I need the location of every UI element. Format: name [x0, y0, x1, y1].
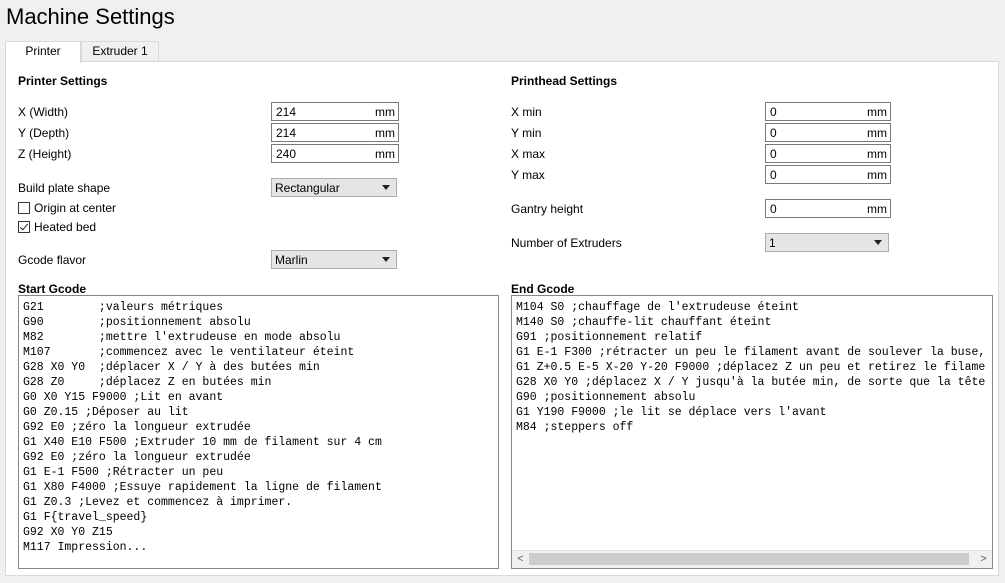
start-gcode-line: M82 ;mettre l'extrudeuse en mode absolu — [23, 331, 341, 344]
settings-panel: Printer Settings X (Width) 214 mm Y (Dep… — [5, 61, 999, 576]
start-gcode-line: G1 E-1 F500 ;Rétracter un peu — [23, 466, 224, 479]
x-width-value: 214 — [276, 105, 297, 119]
end-gcode-line: G1 Z+0.5 E-5 X-20 Y-20 F9000 ;déplacez Z… — [516, 361, 986, 374]
start-gcode-textarea[interactable]: G21 ;valeurs métriques G90 ;positionnemen… — [18, 295, 499, 569]
y-min-label: Y min — [511, 126, 542, 140]
build-plate-label: Build plate shape — [18, 181, 111, 195]
end-gcode-lines: M104 S0 ;chauffage de l'extrudeuse étein… — [516, 300, 985, 435]
number-of-extruders-select[interactable]: 1 — [765, 233, 889, 252]
start-gcode-line: G90 ;positionnement absolu — [23, 316, 251, 329]
checkbox-unchecked-icon — [18, 202, 30, 214]
x-min-value: 0 — [770, 105, 777, 119]
end-gcode-line: G90 ;positionnement absolu — [516, 391, 696, 404]
end-gcode-line: G91 ;positionnement relatif — [516, 331, 703, 344]
z-height-label: Z (Height) — [18, 147, 72, 161]
horizontal-scrollbar[interactable]: < > — [512, 550, 992, 568]
y-min-value: 0 — [770, 126, 777, 140]
chevron-down-icon — [382, 185, 390, 190]
x-max-label: X max — [511, 147, 546, 161]
x-max-field[interactable]: 0 mm — [765, 144, 891, 163]
y-max-value: 0 — [770, 168, 777, 182]
end-gcode-line: G1 E-1 F300 ;rétracter un peu le filamen… — [516, 346, 986, 359]
number-of-extruders-value: 1 — [769, 236, 776, 250]
start-gcode-lines: G21 ;valeurs métriques G90 ;positionnemen… — [23, 300, 382, 555]
scroll-left-icon[interactable]: < — [512, 553, 529, 566]
x-width-unit: mm — [375, 105, 395, 119]
start-gcode-line: G21 ;valeurs métriques — [23, 301, 224, 314]
start-gcode-heading: Start Gcode — [18, 282, 87, 296]
gcode-flavor-value: Marlin — [275, 253, 308, 267]
scroll-right-icon[interactable]: > — [975, 553, 992, 566]
start-gcode-line: G92 E0 ;zéro la longueur extrudée — [23, 421, 251, 434]
tab-printer[interactable]: Printer — [5, 41, 81, 63]
gcode-flavor-label: Gcode flavor — [18, 253, 87, 267]
start-gcode-line: G0 X0 Y15 F9000 ;Lit en avant — [23, 391, 224, 404]
end-gcode-heading: End Gcode — [511, 282, 575, 296]
number-of-extruders-label: Number of Extruders — [511, 236, 622, 250]
y-depth-unit: mm — [375, 126, 395, 140]
heated-bed-label: Heated bed — [34, 220, 97, 234]
origin-at-center-checkbox[interactable]: Origin at center — [18, 201, 116, 215]
gantry-height-value: 0 — [770, 202, 777, 216]
gantry-height-unit: mm — [867, 202, 887, 216]
end-gcode-line: M140 S0 ;chauffe-lit chauffant éteint — [516, 316, 772, 329]
y-depth-field[interactable]: 214 mm — [271, 123, 399, 142]
start-gcode-line: G28 X0 Y0 ;déplacer X / Y à des butées m… — [23, 361, 320, 374]
y-depth-label: Y (Depth) — [18, 126, 70, 140]
heated-bed-checkbox[interactable]: Heated bed — [18, 220, 96, 234]
start-gcode-line: G92 E0 ;zéro la longueur extrudée — [23, 451, 251, 464]
x-max-value: 0 — [770, 147, 777, 161]
z-height-unit: mm — [375, 147, 395, 161]
start-gcode-line: G1 X80 F4000 ;Essuye rapidement la ligne… — [23, 481, 382, 494]
y-min-field[interactable]: 0 mm — [765, 123, 891, 142]
y-max-label: Y max — [511, 168, 545, 182]
start-gcode-line: G28 Z0 ;déplacez Z en butées min — [23, 376, 272, 389]
end-gcode-line: G1 Y190 F9000 ;le lit se déplace vers l'… — [516, 406, 827, 419]
printer-settings-heading: Printer Settings — [18, 74, 108, 88]
x-max-unit: mm — [867, 147, 887, 161]
y-max-field[interactable]: 0 mm — [765, 165, 891, 184]
chevron-down-icon — [874, 240, 882, 245]
gantry-height-field[interactable]: 0 mm — [765, 199, 891, 218]
x-min-field[interactable]: 0 mm — [765, 102, 891, 121]
z-height-value: 240 — [276, 147, 297, 161]
printhead-settings-heading: Printhead Settings — [511, 74, 618, 88]
y-max-unit: mm — [867, 168, 887, 182]
y-depth-value: 214 — [276, 126, 297, 140]
start-gcode-line: G1 Z0.3 ;Levez et commencez à imprimer. — [23, 496, 293, 509]
x-min-unit: mm — [867, 105, 887, 119]
end-gcode-line: G28 X0 Y0 ;déplacez X / Y jusqu'à la but… — [516, 376, 986, 389]
build-plate-value: Rectangular — [275, 181, 340, 195]
z-height-field[interactable]: 240 mm — [271, 144, 399, 163]
window-title: Machine Settings — [6, 4, 175, 29]
origin-at-center-label: Origin at center — [34, 201, 117, 215]
y-min-unit: mm — [867, 126, 887, 140]
start-gcode-line: M117 Impression... — [23, 541, 148, 554]
gantry-height-label: Gantry height — [511, 202, 584, 216]
start-gcode-line: G0 Z0.15 ;Déposer au lit — [23, 406, 189, 419]
end-gcode-line: M104 S0 ;chauffage de l'extrudeuse étein… — [516, 301, 799, 314]
checkmark-icon — [18, 221, 30, 233]
x-min-label: X min — [511, 105, 542, 119]
start-gcode-line: G92 X0 Y0 Z15 — [23, 526, 113, 539]
chevron-down-icon — [382, 257, 390, 262]
x-width-field[interactable]: 214 mm — [271, 102, 399, 121]
end-gcode-line: M84 ;steppers off — [516, 421, 634, 434]
end-gcode-textarea[interactable]: M104 S0 ;chauffage de l'extrudeuse étein… — [511, 295, 993, 569]
scrollbar-thumb[interactable] — [529, 553, 969, 565]
build-plate-select[interactable]: Rectangular — [271, 178, 397, 197]
start-gcode-line: G1 X40 E10 F500 ;Extruder 10 mm de filam… — [23, 436, 382, 449]
x-width-label: X (Width) — [18, 105, 69, 119]
start-gcode-line: M107 ;commencez avec le ventilateur étei… — [23, 346, 355, 359]
tab-extruder-1[interactable]: Extruder 1 — [81, 41, 159, 61]
start-gcode-line: G1 F{travel_speed} — [23, 511, 148, 524]
gcode-flavor-select[interactable]: Marlin — [271, 250, 397, 269]
